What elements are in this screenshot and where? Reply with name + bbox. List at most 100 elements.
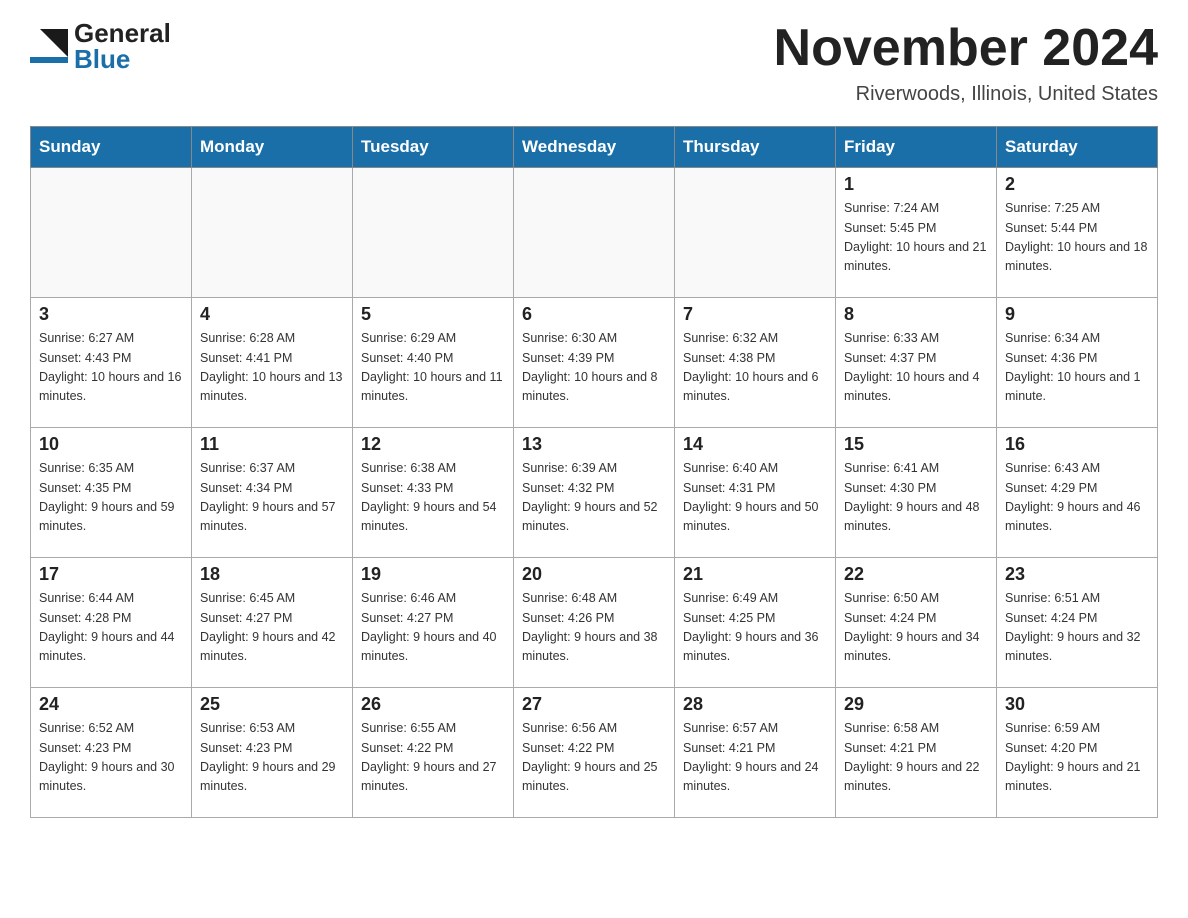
calendar-cell: 28 Sunrise: 6:57 AMSunset: 4:21 PMDayligh… [675,688,836,818]
weekday-header-wednesday: Wednesday [514,127,675,168]
weekday-header-saturday: Saturday [997,127,1158,168]
day-info: Sunrise: 6:35 AMSunset: 4:35 PMDaylight:… [39,459,183,537]
calendar-cell [514,168,675,298]
day-number: 2 [1005,174,1149,195]
day-number: 3 [39,304,183,325]
weekday-header-monday: Monday [192,127,353,168]
calendar-cell: 21 Sunrise: 6:49 AMSunset: 4:25 PMDayligh… [675,558,836,688]
calendar-cell: 2Sunrise: 7:25 AMSunset: 5:44 PMDaylight… [997,168,1158,298]
day-number: 8 [844,304,988,325]
calendar-cell: 23Sunrise: 6:51 AMSunset: 4:24 PMDayligh… [997,558,1158,688]
day-number: 21 [683,564,827,585]
week-row-3: 10 Sunrise: 6:35 AMSunset: 4:35 PMDayligh… [31,428,1158,558]
page-header: General Blue November 2024 Riverwoods, I… [30,20,1158,106]
day-info: Sunrise: 6:28 AMSunset: 4:41 PMDaylight:… [200,329,344,407]
day-info: Sunrise: 6:57 AMSunset: 4:21 PMDaylight:… [683,719,827,797]
day-number: 27 [522,694,666,715]
day-info: Sunrise: 6:44 AMSunset: 4:28 PMDaylight:… [39,589,183,667]
day-info: Sunrise: 6:50 AMSunset: 4:24 PMDaylight:… [844,589,988,667]
day-info: Sunrise: 6:48 AMSunset: 4:26 PMDaylight:… [522,589,666,667]
calendar-cell: 17 Sunrise: 6:44 AMSunset: 4:28 PMDayligh… [31,558,192,688]
calendar-cell [675,168,836,298]
day-number: 13 [522,434,666,455]
weekday-row: SundayMondayTuesdayWednesdayThursdayFrid… [31,127,1158,168]
calendar-cell: 18 Sunrise: 6:45 AMSunset: 4:27 PMDayligh… [192,558,353,688]
calendar-cell: 20 Sunrise: 6:48 AMSunset: 4:26 PMDayligh… [514,558,675,688]
day-info: Sunrise: 6:43 AMSunset: 4:29 PMDaylight:… [1005,459,1149,537]
calendar-cell [353,168,514,298]
calendar-cell: 9Sunrise: 6:34 AMSunset: 4:36 PMDaylight… [997,298,1158,428]
calendar-cell: 14Sunrise: 6:40 AMSunset: 4:31 PMDayligh… [675,428,836,558]
day-number: 17 [39,564,183,585]
day-info: Sunrise: 6:34 AMSunset: 4:36 PMDaylight:… [1005,329,1149,407]
calendar-cell: 15 Sunrise: 6:41 AMSunset: 4:30 PMDayligh… [836,428,997,558]
logo: General Blue [30,20,171,72]
day-info: Sunrise: 6:30 AMSunset: 4:39 PMDaylight:… [522,329,666,407]
day-info: Sunrise: 6:39 AMSunset: 4:32 PMDaylight:… [522,459,666,537]
day-number: 30 [1005,694,1149,715]
week-row-2: 3 Sunrise: 6:27 AMSunset: 4:43 PMDaylight… [31,298,1158,428]
day-info: Sunrise: 6:55 AMSunset: 4:22 PMDaylight:… [361,719,505,797]
day-info: Sunrise: 6:56 AMSunset: 4:22 PMDaylight:… [522,719,666,797]
day-info: Sunrise: 6:32 AMSunset: 4:38 PMDaylight:… [683,329,827,407]
calendar-cell: 4 Sunrise: 6:28 AMSunset: 4:41 PMDaylight… [192,298,353,428]
weekday-header-friday: Friday [836,127,997,168]
day-number: 29 [844,694,988,715]
logo-text-group: General Blue [74,20,171,72]
logo-icon [30,29,68,63]
week-row-5: 24Sunrise: 6:52 AMSunset: 4:23 PMDayligh… [31,688,1158,818]
calendar-cell: 7 Sunrise: 6:32 AMSunset: 4:38 PMDaylight… [675,298,836,428]
calendar-table: SundayMondayTuesdayWednesdayThursdayFrid… [30,126,1158,818]
weekday-header-sunday: Sunday [31,127,192,168]
month-title: November 2024 [774,20,1158,77]
day-number: 20 [522,564,666,585]
day-info: Sunrise: 6:46 AMSunset: 4:27 PMDaylight:… [361,589,505,667]
calendar-cell [192,168,353,298]
calendar-cell: 26 Sunrise: 6:55 AMSunset: 4:22 PMDayligh… [353,688,514,818]
day-info: Sunrise: 6:41 AMSunset: 4:30 PMDaylight:… [844,459,988,537]
calendar-cell: 24Sunrise: 6:52 AMSunset: 4:23 PMDayligh… [31,688,192,818]
day-number: 11 [200,434,344,455]
day-number: 28 [683,694,827,715]
calendar-cell: 25 Sunrise: 6:53 AMSunset: 4:23 PMDayligh… [192,688,353,818]
day-info: Sunrise: 6:49 AMSunset: 4:25 PMDaylight:… [683,589,827,667]
logo-general-text: General [74,20,171,46]
title-section: November 2024 Riverwoods, Illinois, Unit… [774,20,1158,106]
day-info: Sunrise: 6:53 AMSunset: 4:23 PMDaylight:… [200,719,344,797]
calendar-cell: 12 Sunrise: 6:38 AMSunset: 4:33 PMDayligh… [353,428,514,558]
day-number: 22 [844,564,988,585]
day-number: 10 [39,434,183,455]
day-number: 25 [200,694,344,715]
day-number: 6 [522,304,666,325]
calendar-cell: 29 Sunrise: 6:58 AMSunset: 4:21 PMDayligh… [836,688,997,818]
day-info: Sunrise: 6:27 AMSunset: 4:43 PMDaylight:… [39,329,183,407]
day-number: 24 [39,694,183,715]
week-row-4: 17 Sunrise: 6:44 AMSunset: 4:28 PMDayligh… [31,558,1158,688]
day-number: 7 [683,304,827,325]
day-info: Sunrise: 6:45 AMSunset: 4:27 PMDaylight:… [200,589,344,667]
calendar-cell: 6 Sunrise: 6:30 AMSunset: 4:39 PMDaylight… [514,298,675,428]
day-info: Sunrise: 6:58 AMSunset: 4:21 PMDaylight:… [844,719,988,797]
day-info: Sunrise: 6:29 AMSunset: 4:40 PMDaylight:… [361,329,505,407]
calendar-cell: 10 Sunrise: 6:35 AMSunset: 4:35 PMDayligh… [31,428,192,558]
day-number: 18 [200,564,344,585]
day-number: 15 [844,434,988,455]
calendar-cell: 8Sunrise: 6:33 AMSunset: 4:37 PMDaylight… [836,298,997,428]
day-number: 4 [200,304,344,325]
day-number: 14 [683,434,827,455]
day-number: 12 [361,434,505,455]
day-info: Sunrise: 6:59 AMSunset: 4:20 PMDaylight:… [1005,719,1149,797]
day-number: 16 [1005,434,1149,455]
logo-blue-text: Blue [74,46,171,72]
day-info: Sunrise: 6:37 AMSunset: 4:34 PMDaylight:… [200,459,344,537]
day-info: Sunrise: 6:51 AMSunset: 4:24 PMDaylight:… [1005,589,1149,667]
calendar-cell: 22 Sunrise: 6:50 AMSunset: 4:24 PMDayligh… [836,558,997,688]
calendar-cell: 30 Sunrise: 6:59 AMSunset: 4:20 PMDayligh… [997,688,1158,818]
location-text: Riverwoods, Illinois, United States [774,83,1158,106]
day-info: Sunrise: 6:38 AMSunset: 4:33 PMDaylight:… [361,459,505,537]
calendar-cell: 16 Sunrise: 6:43 AMSunset: 4:29 PMDayligh… [997,428,1158,558]
day-number: 19 [361,564,505,585]
day-number: 26 [361,694,505,715]
calendar-cell [31,168,192,298]
weekday-header-tuesday: Tuesday [353,127,514,168]
